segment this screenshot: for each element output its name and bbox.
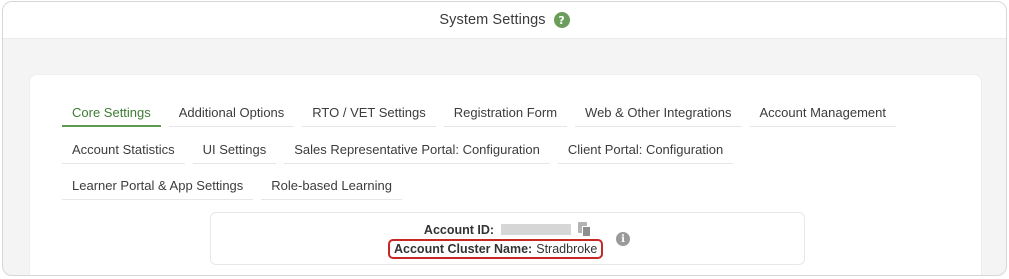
- tab-client-portal[interactable]: Client Portal: Configuration: [557, 135, 734, 164]
- account-id-label: Account ID:: [423, 222, 495, 237]
- tab-rto-vet-settings[interactable]: RTO / VET Settings: [302, 98, 436, 127]
- tab-web-integrations[interactable]: Web & Other Integrations: [575, 98, 742, 127]
- account-id-redacted: [501, 224, 572, 235]
- page-title: System Settings: [439, 12, 546, 28]
- tab-learner-portal[interactable]: Learner Portal & App Settings: [62, 171, 254, 200]
- tab-additional-options[interactable]: Additional Options: [168, 98, 295, 127]
- tab-core-settings[interactable]: Core Settings: [62, 98, 161, 127]
- account-id-line: Account ID:: [211, 222, 804, 237]
- tabs-row-3: Learner Portal & App Settings Role-based…: [62, 171, 402, 200]
- tabs-row-1: Core Settings Additional Options RTO / V…: [62, 98, 896, 127]
- tab-sales-rep-portal[interactable]: Sales Representative Portal: Configurati…: [284, 135, 550, 164]
- account-cluster-value: Stradbroke: [536, 242, 598, 256]
- settings-card: Core Settings Additional Options RTO / V…: [29, 74, 982, 275]
- help-icon[interactable]: ?: [553, 12, 570, 28]
- settings-panel: System Settings ? Core Settings Addition…: [2, 1, 1007, 276]
- tab-ui-settings[interactable]: UI Settings: [192, 135, 277, 164]
- account-info-box: Account ID: Account Cluster Name: Stradb…: [210, 212, 805, 265]
- info-icon[interactable]: i: [616, 232, 630, 246]
- tab-role-based-learning[interactable]: Role-based Learning: [261, 171, 402, 200]
- tabs-row-2: Account Statistics UI Settings Sales Rep…: [62, 135, 734, 164]
- account-cluster-line: Account Cluster Name: Stradbroke: [388, 239, 604, 259]
- account-cluster-label: Account Cluster Name:: [394, 242, 533, 256]
- tab-account-management[interactable]: Account Management: [749, 98, 896, 127]
- tab-registration-form[interactable]: Registration Form: [443, 98, 568, 127]
- panel-header: System Settings ?: [3, 2, 1006, 39]
- tab-account-statistics[interactable]: Account Statistics: [62, 135, 185, 164]
- copy-icon[interactable]: [578, 222, 592, 237]
